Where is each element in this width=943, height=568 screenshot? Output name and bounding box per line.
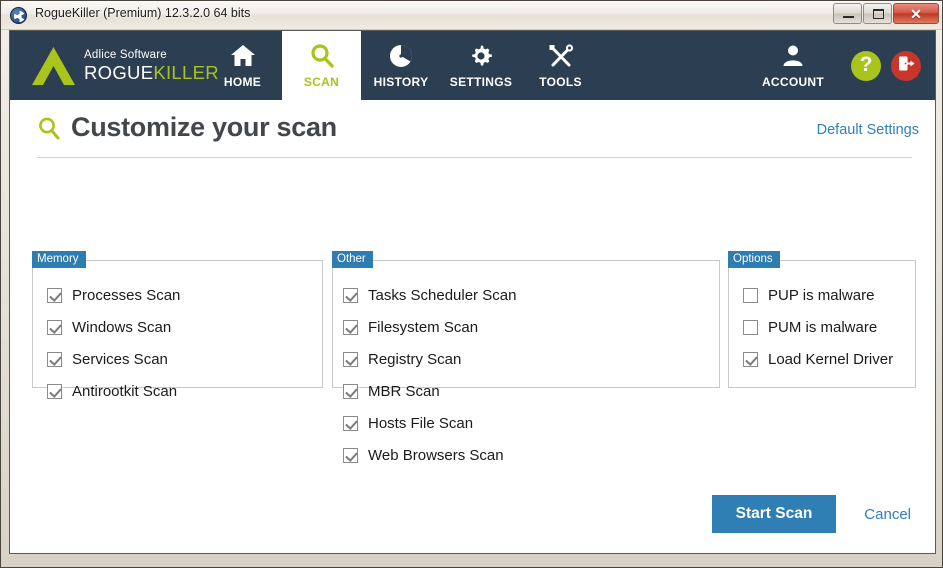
- checkbox-row-antirootkit-scan[interactable]: Antirootkit Scan: [47, 375, 322, 407]
- header-divider: [37, 157, 912, 158]
- exit-door-icon: [898, 55, 915, 77]
- checkbox-mbr-scan[interactable]: [343, 383, 358, 399]
- checkbox-load-kernel-driver[interactable]: [743, 351, 758, 367]
- clock-icon: [361, 43, 441, 69]
- checkbox-filesystem-scan[interactable]: [343, 319, 358, 335]
- group-memory: Memory Processes Scan Windows Scan Servi…: [32, 251, 323, 400]
- adlice-triangle-logo: [32, 47, 75, 85]
- home-icon: [203, 43, 282, 69]
- window-controls: ✕: [832, 3, 939, 24]
- page-title: Customize your scan: [37, 112, 337, 143]
- user-icon: [753, 43, 833, 69]
- tab-home-label: HOME: [223, 75, 262, 89]
- tab-settings[interactable]: SETTINGS: [441, 31, 521, 100]
- search-icon: [37, 115, 61, 141]
- checkbox-row-hosts-file-scan[interactable]: Hosts File Scan: [343, 407, 537, 439]
- scan-page: Customize your scan Default Settings Mem…: [10, 100, 935, 553]
- tab-home[interactable]: HOME: [203, 31, 282, 100]
- label-load-kernel-driver: Load Kernel Driver: [768, 350, 894, 368]
- exit-button[interactable]: [891, 50, 921, 81]
- label-processes-scan: Processes Scan: [72, 286, 181, 304]
- label-filesystem-scan: Filesystem Scan: [368, 318, 479, 336]
- cancel-button[interactable]: Cancel: [864, 506, 911, 523]
- checkbox-row-services-scan[interactable]: Services Scan: [47, 343, 322, 375]
- gear-icon: [441, 43, 521, 69]
- nav-tabs: HOME SCAN HISTORY SETTINGS TOOLS: [203, 31, 600, 100]
- main-navbar: Adlice Software ROGUEKILLER HOME SCAN HI…: [10, 31, 935, 100]
- page-footer: Start Scan Cancel: [711, 495, 919, 533]
- roguekiller-radiation-icon: [10, 7, 27, 24]
- title-bar: RogueKiller (Premium) 12.3.2.0 64 bits ✕: [1, 1, 942, 30]
- group-options: Options PUP is malware PUM is malware Lo…: [728, 251, 916, 388]
- close-icon: ✕: [910, 5, 922, 22]
- checkbox-row-mbr-scan[interactable]: MBR Scan: [343, 375, 537, 407]
- brand: Adlice Software ROGUEKILLER: [32, 46, 219, 86]
- brand-company: Adlice Software: [84, 48, 167, 61]
- checkbox-registry-scan[interactable]: [343, 351, 358, 367]
- label-services-scan: Services Scan: [72, 350, 168, 368]
- search-icon: [282, 43, 361, 69]
- checkbox-row-pum-is-malware[interactable]: PUM is malware: [743, 311, 915, 343]
- page-title-text: Customize your scan: [71, 112, 337, 142]
- group-memory-list: Processes Scan Windows Scan Services Sca…: [33, 261, 322, 400]
- checkbox-tasks-scheduler-scan[interactable]: [343, 287, 358, 303]
- checkbox-row-windows-scan[interactable]: Windows Scan: [47, 311, 322, 343]
- label-mbr-scan: MBR Scan: [368, 382, 440, 400]
- checkbox-row-tasks-scheduler-scan[interactable]: Tasks Scheduler Scan: [343, 279, 537, 311]
- label-pum-is-malware: PUM is malware: [768, 318, 878, 336]
- label-windows-scan: Windows Scan: [72, 318, 172, 336]
- label-web-browsers-scan: Web Browsers Scan: [368, 446, 504, 464]
- tools-icon: [521, 43, 600, 69]
- checkbox-hosts-file-scan[interactable]: [343, 415, 358, 431]
- tab-scan[interactable]: SCAN: [282, 31, 361, 100]
- client-area: Adlice Software ROGUEKILLER HOME SCAN HI…: [9, 30, 936, 554]
- minimize-button[interactable]: [833, 3, 862, 24]
- checkbox-web-browsers-scan[interactable]: [343, 447, 358, 463]
- tab-settings-label: SETTINGS: [449, 75, 513, 89]
- checkbox-row-load-kernel-driver[interactable]: Load Kernel Driver: [743, 343, 915, 375]
- tab-history[interactable]: HISTORY: [361, 31, 441, 100]
- label-antirootkit-scan: Antirootkit Scan: [72, 382, 178, 400]
- group-options-list: PUP is malware PUM is malware Load Kerne…: [729, 261, 915, 387]
- tab-history-label: HISTORY: [373, 75, 429, 89]
- checkbox-processes-scan[interactable]: [47, 287, 62, 303]
- maximize-button[interactable]: [863, 3, 892, 24]
- checkbox-pup-is-malware[interactable]: [743, 287, 758, 303]
- label-hosts-file-scan: Hosts File Scan: [368, 414, 474, 432]
- minimize-icon: [843, 16, 854, 18]
- label-pup-is-malware: PUP is malware: [768, 286, 875, 304]
- checkbox-windows-scan[interactable]: [47, 319, 62, 335]
- checkbox-pum-is-malware[interactable]: [743, 319, 758, 335]
- page-header: Customize your scan Default Settings: [10, 100, 935, 162]
- default-settings-link[interactable]: Default Settings: [817, 122, 919, 138]
- checkbox-antirootkit-scan[interactable]: [47, 383, 62, 399]
- checkbox-row-pup-is-malware[interactable]: PUP is malware: [743, 279, 915, 311]
- tab-scan-label: SCAN: [303, 75, 340, 89]
- tab-tools[interactable]: TOOLS: [521, 31, 600, 100]
- nav-right-group: ACCOUNT ?: [753, 31, 921, 100]
- close-button[interactable]: ✕: [893, 3, 939, 24]
- checkbox-row-processes-scan[interactable]: Processes Scan: [47, 279, 322, 311]
- nav-account[interactable]: ACCOUNT: [753, 31, 833, 100]
- nav-account-label: ACCOUNT: [761, 75, 825, 89]
- label-tasks-scheduler-scan: Tasks Scheduler Scan: [368, 286, 517, 304]
- group-other-list: Tasks Scheduler Scan Filesystem Scan Reg…: [333, 261, 719, 464]
- label-registry-scan: Registry Scan: [368, 350, 462, 368]
- start-scan-button[interactable]: Start Scan: [711, 495, 837, 533]
- scan-options-groups: Memory Processes Scan Windows Scan Servi…: [10, 251, 935, 464]
- checkbox-row-registry-scan[interactable]: Registry Scan: [343, 343, 537, 375]
- brand-name-first: ROGUE: [84, 62, 154, 83]
- checkbox-row-web-browsers-scan[interactable]: Web Browsers Scan: [343, 439, 537, 471]
- maximize-icon: [873, 9, 884, 19]
- tab-tools-label: TOOLS: [539, 75, 582, 89]
- group-other: Other Tasks Scheduler Scan Filesystem Sc…: [332, 251, 720, 464]
- help-button[interactable]: ?: [851, 50, 881, 81]
- help-icon: ?: [859, 53, 873, 76]
- checkbox-services-scan[interactable]: [47, 351, 62, 367]
- checkbox-row-filesystem-scan[interactable]: Filesystem Scan: [343, 311, 537, 343]
- application-window: RogueKiller (Premium) 12.3.2.0 64 bits ✕: [0, 0, 943, 568]
- window-title: RogueKiller (Premium) 12.3.2.0 64 bits: [35, 6, 251, 20]
